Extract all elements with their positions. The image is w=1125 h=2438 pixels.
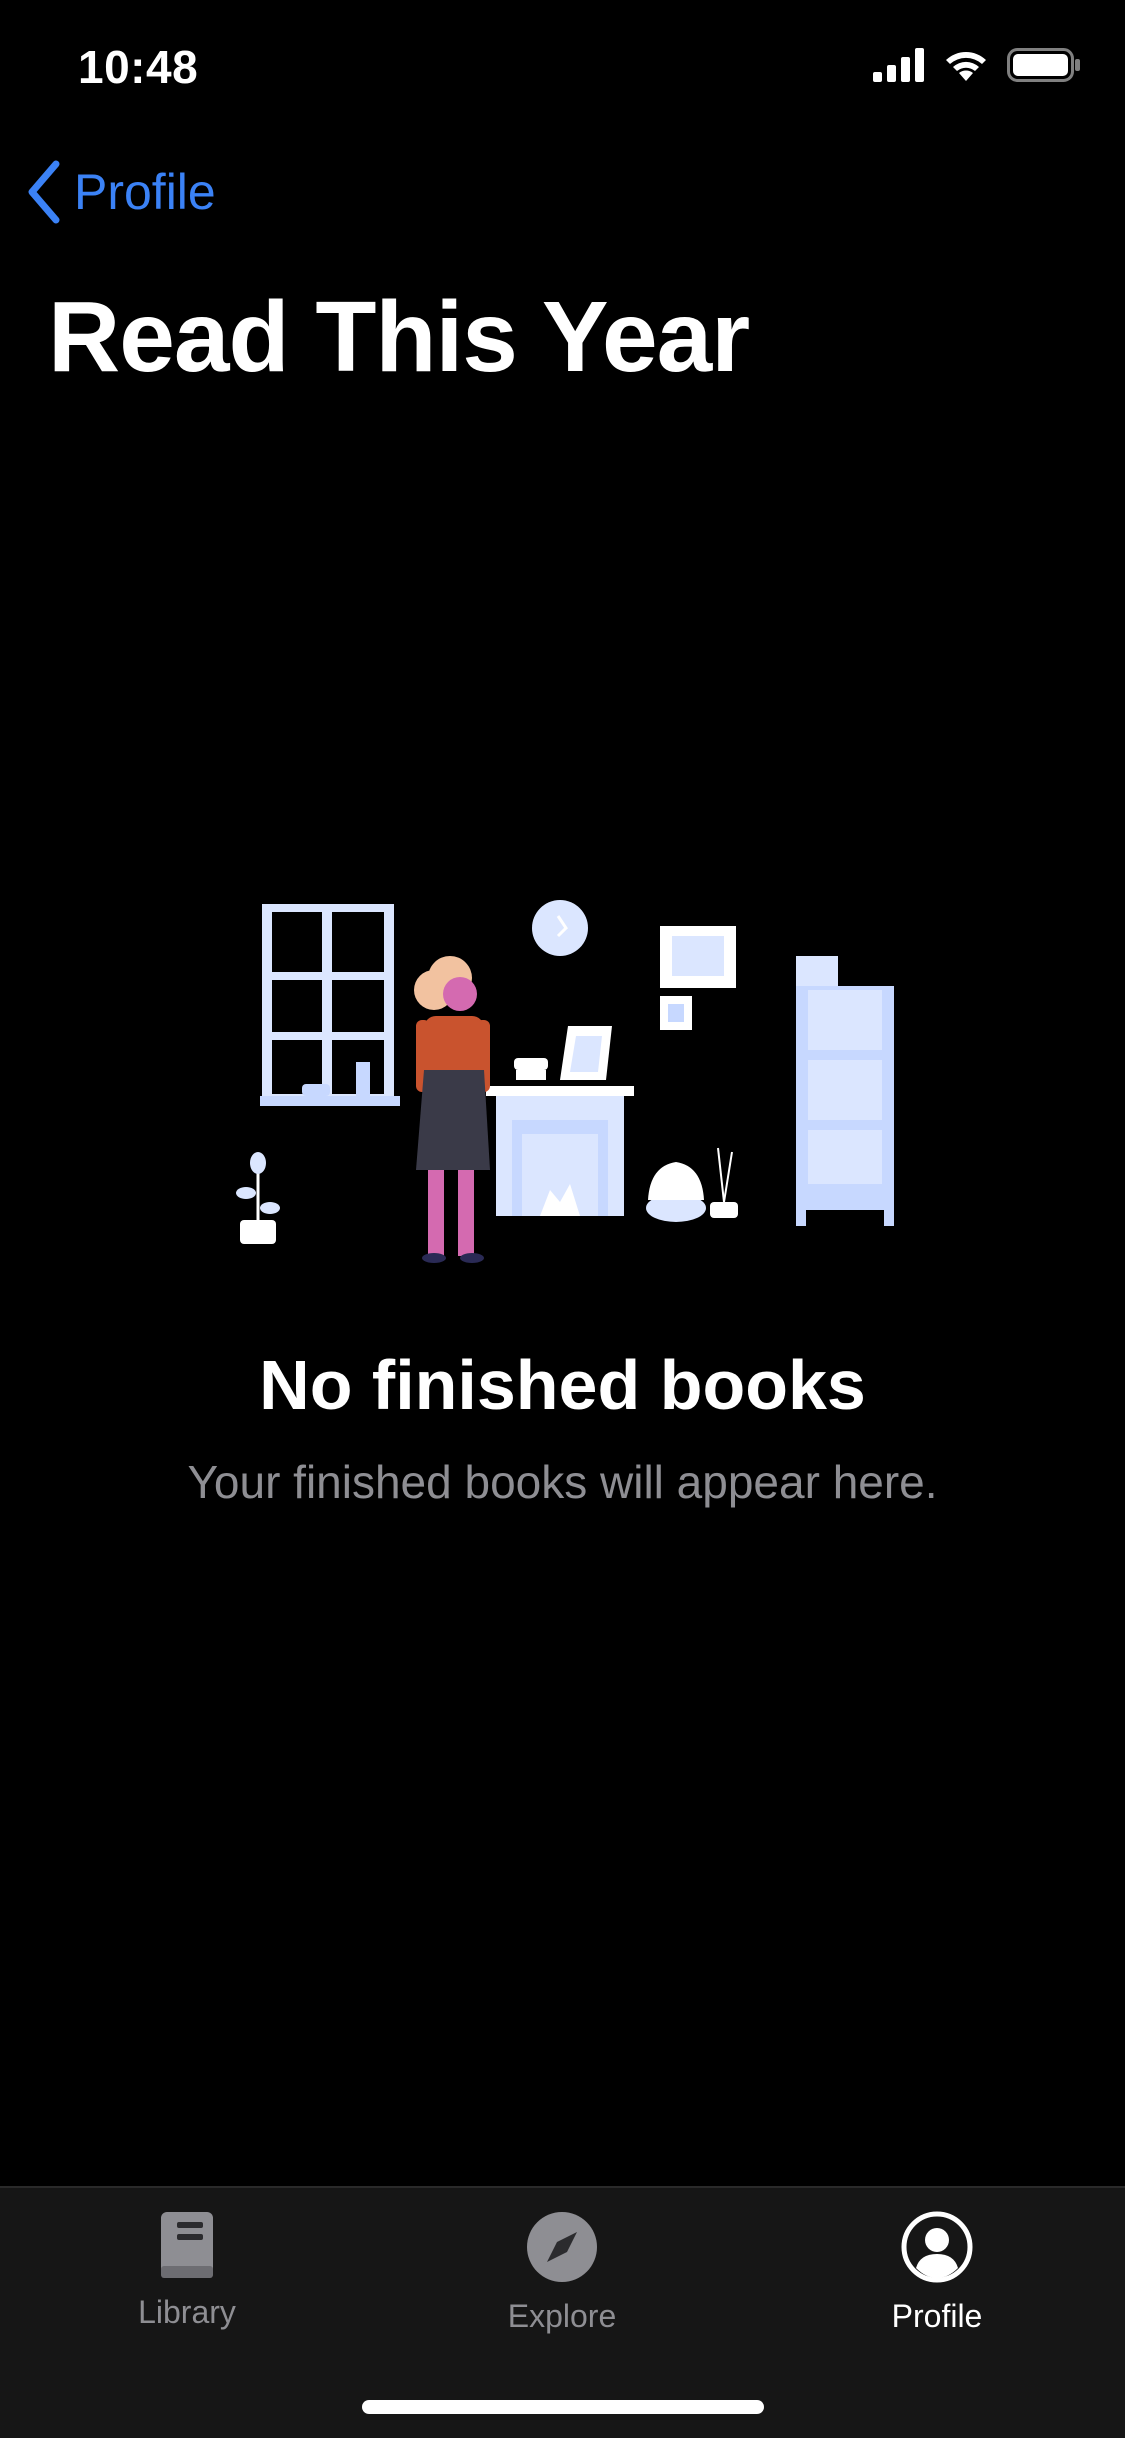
clock-illustration	[532, 900, 588, 956]
window-illustration	[260, 904, 400, 1106]
plant-illustration	[236, 1152, 280, 1244]
page-title: Read This Year	[48, 281, 750, 393]
status-bar: 10:48	[0, 0, 1125, 132]
battery-icon	[1007, 48, 1080, 82]
tab-library[interactable]: Library	[62, 2210, 312, 2331]
empty-state-subtitle: Your finished books will appear here.	[187, 1456, 938, 1508]
tab-explore[interactable]: Explore	[437, 2210, 687, 2335]
fireplace-illustration	[486, 1026, 634, 1216]
tab-profile[interactable]: Profile	[812, 2210, 1062, 2335]
bookshelf-illustration	[796, 956, 894, 1226]
back-button[interactable]: Profile	[24, 160, 216, 224]
signal-icon	[873, 48, 924, 82]
book-icon	[161, 2212, 213, 2278]
empty-state-title: No finished books	[259, 1346, 866, 1424]
woman-illustration	[414, 956, 490, 1263]
wifi-icon	[946, 52, 986, 81]
empty-room-illustration	[236, 900, 894, 1263]
chevron-left-icon	[28, 160, 60, 224]
person-icon	[901, 2211, 973, 2283]
home-indicator[interactable]	[362, 2400, 764, 2414]
status-icons	[873, 48, 1081, 82]
back-label: Profile	[74, 164, 216, 220]
tab-library-label: Library	[138, 2294, 236, 2330]
tab-profile-label: Profile	[891, 2298, 983, 2334]
compass-icon	[527, 2212, 597, 2282]
tab-explore-label: Explore	[507, 2298, 617, 2334]
tab-bar: Library Explore Profile	[0, 2186, 1125, 2438]
status-time: 10:48	[78, 41, 199, 93]
